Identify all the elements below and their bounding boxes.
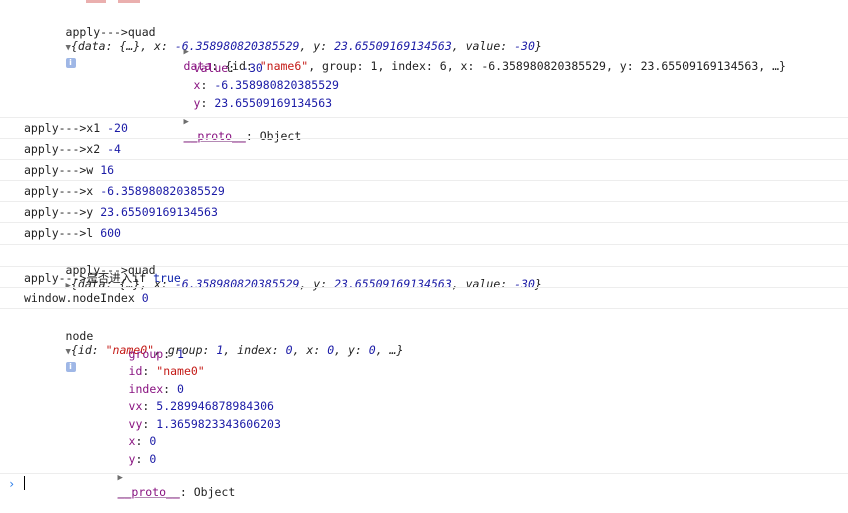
console-entry-x2: apply--->x2 -4: [0, 138, 848, 160]
prompt-chevron-icon: ›: [8, 477, 16, 491]
info-icon[interactable]: i: [65, 58, 76, 68]
console-entry-node: node ▼{id: "name0", group: 1, index: 0, …: [0, 308, 848, 499]
console-input-caret[interactable]: [24, 476, 25, 490]
console-entry-quad-collapsed: apply--->quad ▶{data: {…}, x: -6.3589808…: [0, 244, 848, 291]
console-entry-quad: apply--->quad ▼{data: {…}, x: -6.3589808…: [0, 6, 848, 143]
console-entry-nodeindex: window.nodeIndex 0: [0, 287, 848, 309]
devtools-console: apply--->quad ▼{data: {…}, x: -6.3589808…: [0, 0, 848, 499]
console-entry-l: apply--->l 600: [0, 222, 848, 245]
console-entry-x: apply--->x -6.358980820385529: [0, 180, 848, 202]
console-entry-y: apply--->y 23.65509169134563: [0, 201, 848, 223]
console-entry-w: apply--->w 16: [0, 159, 848, 181]
console-entry-x1: apply--->x1 -20: [0, 117, 848, 139]
console-entry-if: apply--->是否进入if true: [0, 266, 848, 288]
property-proto[interactable]: ▶ __proto__: Object: [76, 455, 236, 513]
collapsed-triangle-icon[interactable]: ▶: [118, 473, 123, 483]
info-icon[interactable]: i: [65, 362, 76, 372]
